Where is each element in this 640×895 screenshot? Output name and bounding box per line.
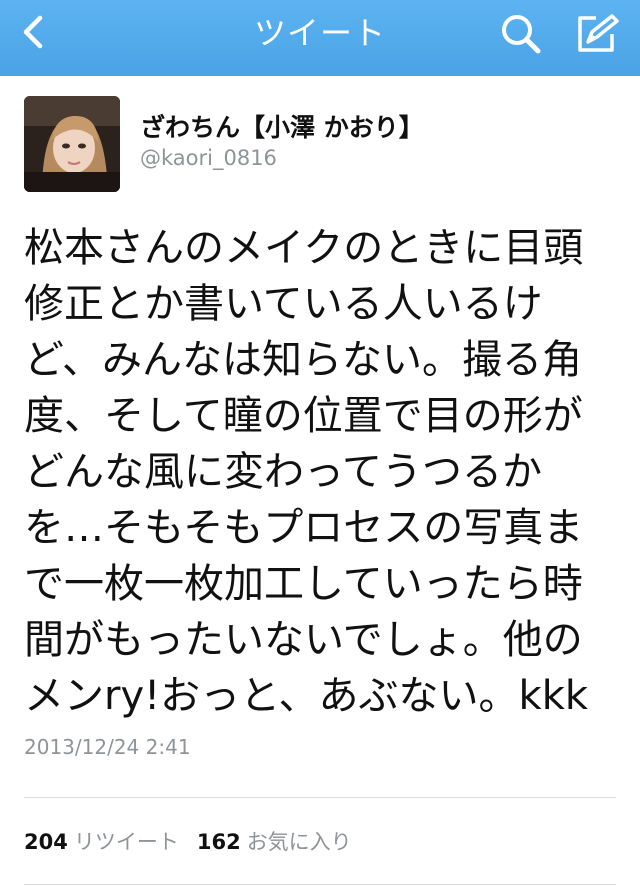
tweet-text: 松本さんのメイクのときに目頭 修正とか書いている人いるけ ど、みんなは知らない。… [24,220,624,724]
tweet-timestamp: 2013/12/24 2:41 [24,735,191,759]
tweet-text-line: 間がもったいないでしょ。他の [24,617,583,663]
retweet-label: リツイート [73,830,179,854]
tweet-text-line: 松本さんのメイクのときに目頭 [24,225,584,271]
divider [24,884,616,885]
tweet-text-line: 修正とか書いている人いるけ [24,281,543,327]
tweet-text-line: ど、みんなは知らない。撮る角 [24,337,582,383]
search-button[interactable] [498,12,546,56]
tweet-text-line: どんな風に変わってうつるか [24,449,542,495]
favorites-stat[interactable]: 162 お気に入り [197,826,352,856]
user-handle[interactable]: @kaori_0816 [140,146,277,170]
user-display-name[interactable]: ざわちん【小澤 かおり】 [140,108,424,144]
tweet-stats: 204 リツイート 162 お気に入り [24,826,352,856]
tweet-text-line: を…そもそもプロセスの写真ま [24,505,584,551]
search-icon [502,15,541,54]
retweets-stat[interactable]: 204 リツイート [24,826,179,856]
profile-photo-icon [24,96,120,192]
compose-icon [578,14,619,52]
tweet-text-line: メンry!おっと、あぶない。kkk [24,673,589,719]
favorite-label: お気に入り [246,830,352,854]
favorite-count: 162 [196,830,241,854]
tweet-text-line: 度、そして瞳の位置で目の形が [24,393,583,439]
navigation-bar: ツイート [0,0,640,76]
retweet-count: 204 [24,830,68,854]
tweet-text-line: で一枚一枚加工していったら時 [24,561,583,607]
compose-button[interactable] [574,12,622,56]
divider [24,797,616,798]
avatar[interactable] [24,96,120,192]
